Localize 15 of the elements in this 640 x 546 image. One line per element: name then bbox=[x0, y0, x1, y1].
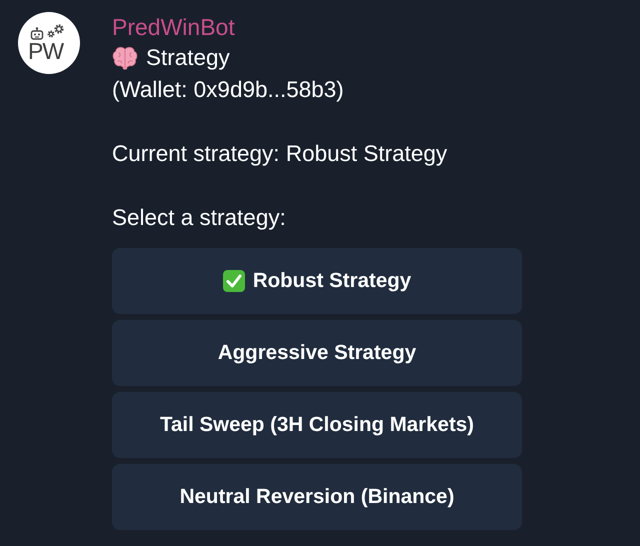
select-prompt: Select a strategy: bbox=[112, 204, 287, 232]
message-title: Strategy bbox=[146, 44, 230, 72]
gears-icon bbox=[46, 23, 66, 39]
check-icon bbox=[222, 270, 245, 292]
avatar-initials: PW bbox=[28, 40, 64, 63]
strategy-button[interactable]: Robust Strategy bbox=[112, 248, 522, 314]
robot-icon bbox=[30, 27, 44, 41]
strategy-button[interactable]: Aggressive Strategy bbox=[112, 320, 522, 386]
wallet-address: (Wallet: 0x9d9b...58b3) bbox=[112, 76, 345, 104]
bot-avatar[interactable]: PW bbox=[18, 12, 80, 74]
sender-name[interactable]: PredWinBot bbox=[112, 12, 522, 42]
strategy-button[interactable]: Neutral Reversion (Binance) bbox=[112, 464, 522, 530]
strategy-button[interactable]: Tail Sweep (3H Closing Markets) bbox=[112, 392, 522, 458]
brain-icon bbox=[112, 46, 138, 70]
current-strategy: Current strategy: Robust Strategy bbox=[112, 140, 448, 168]
